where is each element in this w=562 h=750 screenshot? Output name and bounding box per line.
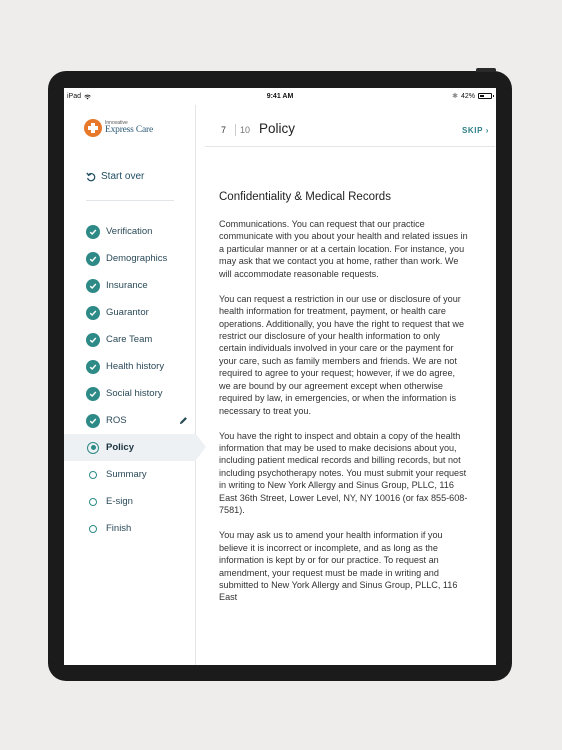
status-bar-right: ✱ 42%	[452, 92, 494, 100]
skip-button[interactable]: SKIP ›	[462, 126, 489, 135]
check-icon	[86, 305, 100, 320]
step-list: Verification Demographics Insurance Guar…	[64, 218, 206, 542]
skip-label: SKIP	[461, 126, 483, 135]
step-number: 7	[221, 125, 227, 135]
step-label: Summary	[106, 469, 147, 480]
step-label: Social history	[106, 388, 163, 399]
sidebar-divider	[86, 200, 174, 201]
check-icon	[86, 278, 100, 293]
step-policy[interactable]: Policy	[64, 434, 206, 461]
battery-percent: 42%	[460, 92, 475, 100]
step-e-sign[interactable]: E-sign	[64, 488, 196, 515]
step-label: Demographics	[106, 253, 168, 264]
step-care-team[interactable]: Care Team	[64, 326, 196, 353]
sidebar: Innovative Express Care Start over Verif…	[64, 105, 206, 665]
step-label: Guarantor	[106, 307, 149, 318]
step-insurance[interactable]: Insurance	[64, 272, 196, 299]
step-label: Verification	[106, 226, 153, 237]
step-verification[interactable]: Verification	[64, 218, 196, 245]
start-over-button[interactable]: Start over	[86, 171, 144, 182]
app-screen: iPad 9:41 AM ✱ 42% Innovative Express Ca…	[64, 88, 496, 665]
battery-icon	[478, 93, 494, 99]
pending-step-icon	[89, 470, 97, 479]
current-step-icon	[87, 441, 99, 454]
start-over-label: Start over	[101, 171, 145, 182]
step-label: Insurance	[106, 280, 148, 291]
chevron-right-icon: ›	[485, 126, 489, 135]
policy-paragraph: You can request a restriction in our use…	[219, 293, 465, 416]
status-bar: iPad 9:41 AM ✱ 42%	[64, 88, 496, 105]
step-summary[interactable]: Summary	[64, 461, 196, 488]
step-label: Health history	[106, 361, 165, 372]
check-icon	[86, 332, 100, 347]
ipad-power-button	[476, 68, 496, 72]
check-icon	[86, 386, 100, 401]
check-icon	[86, 224, 100, 239]
step-demographics[interactable]: Demographics	[64, 245, 196, 272]
logo-cross-icon	[84, 119, 102, 137]
policy-paragraph: You may ask us to amend your health info…	[219, 530, 458, 603]
brand-logo: Innovative Express Care	[84, 119, 153, 137]
bluetooth-icon: ✱	[452, 93, 458, 100]
step-label: E-sign	[106, 496, 133, 507]
step-label: ROS	[106, 415, 127, 426]
logo-text: Innovative Express Care	[105, 120, 153, 136]
step-counter-divider	[235, 124, 236, 136]
pencil-icon[interactable]	[179, 416, 188, 425]
page-header: 7 10 Policy SKIP ›	[205, 105, 495, 147]
policy-paragraph: You have the right to inspect and obtain…	[219, 430, 468, 516]
step-label: Finish	[106, 523, 132, 534]
step-ros[interactable]: ROS	[64, 407, 196, 434]
check-icon	[86, 413, 100, 428]
step-label: Care Team	[106, 334, 153, 345]
pending-step-icon	[89, 497, 97, 506]
step-label: Policy	[106, 442, 134, 453]
battery-fill	[480, 95, 485, 97]
step-social-history[interactable]: Social history	[64, 380, 196, 407]
step-total: 10	[240, 125, 251, 135]
page-title: Policy	[259, 121, 296, 136]
step-health-history[interactable]: Health history	[64, 353, 196, 380]
check-icon	[86, 359, 100, 374]
status-time: 9:41 AM	[266, 93, 294, 100]
step-finish[interactable]: Finish	[64, 515, 196, 542]
policy-paragraph: Communications. You can request that our…	[219, 219, 468, 279]
main-panel: 7 10 Policy SKIP › Confidentiality & Med…	[197, 105, 496, 665]
pending-step-icon	[89, 524, 97, 533]
restart-icon	[86, 171, 96, 181]
policy-content: Confidentiality & Medical Records Commun…	[219, 191, 469, 616]
step-guarantor[interactable]: Guarantor	[64, 299, 196, 326]
logo-main-text: Express Care	[105, 124, 153, 135]
section-title: Confidentiality & Medical Records	[219, 191, 391, 203]
check-icon	[86, 251, 100, 266]
